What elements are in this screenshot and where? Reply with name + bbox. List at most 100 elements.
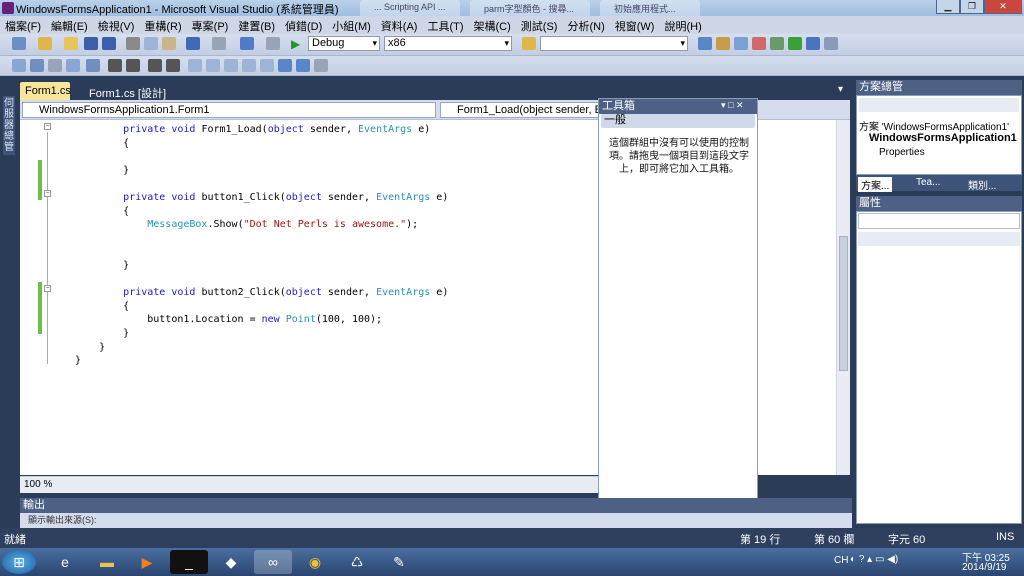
find-combo[interactable] <box>540 36 688 51</box>
zoom-select[interactable]: 100 % <box>24 479 52 490</box>
maximize-button[interactable]: ❐ <box>960 0 984 14</box>
code-line[interactable]: } <box>75 327 129 340</box>
paste-icon[interactable] <box>162 37 176 50</box>
menu-architecture[interactable]: 架構(C) <box>469 16 516 34</box>
ie-icon[interactable]: e <box>46 550 84 574</box>
toolbar-options-icon[interactable] <box>314 59 328 72</box>
cut-icon[interactable] <box>126 37 140 50</box>
code-line[interactable]: private void Form1_Load(object sender, E… <box>75 123 430 136</box>
code-line[interactable]: private void button1_Click(object sender… <box>75 191 448 204</box>
menu-analyze[interactable]: 分析(N) <box>562 16 609 34</box>
toolbox-group-general[interactable]: 一般 <box>601 114 755 128</box>
menu-project[interactable]: 專案(P) <box>187 16 234 34</box>
scroll-thumb[interactable] <box>839 236 848 371</box>
solution-node[interactable]: 方案 'WindowsFormsApplication1' <box>859 118 1009 133</box>
member-dropdown[interactable]: Form1_Load(object sender, EventArgs e) <box>440 102 616 118</box>
server-explorer-tab[interactable]: 伺服器總管 <box>3 96 15 155</box>
start-debug-icon[interactable]: ▶ <box>291 37 300 51</box>
properties-icon[interactable] <box>716 37 730 50</box>
indent-icon[interactable] <box>148 59 162 72</box>
language-indicator[interactable]: CH <box>834 555 848 566</box>
uncomment-icon[interactable] <box>206 59 220 72</box>
more-icon[interactable] <box>824 37 838 50</box>
browser-tab[interactable]: ... Scripting API ... <box>360 0 460 16</box>
code-line[interactable]: MessageBox.Show("Dot Net Perls is awesom… <box>75 218 418 231</box>
tab-form1-cs[interactable]: Form1.cs <box>20 82 71 100</box>
redo-icon[interactable] <box>212 37 226 50</box>
menu-refactor[interactable]: 重構(R) <box>139 16 186 34</box>
clock-date[interactable]: 2014/9/19 <box>962 562 1007 573</box>
class-dropdown[interactable]: WindowsFormsApplication1.Form1 <box>22 102 436 118</box>
bookmark-icon[interactable] <box>224 59 238 72</box>
menu-edit[interactable]: 編輯(E) <box>46 16 93 34</box>
snap-icon[interactable] <box>66 59 80 72</box>
code-line[interactable]: } <box>75 354 81 367</box>
find-in-files-icon[interactable] <box>522 37 536 50</box>
command-window-icon[interactable] <box>806 37 820 50</box>
menu-debug[interactable]: 偵錯(D) <box>280 16 327 34</box>
tab-team[interactable]: Tea... <box>916 177 940 188</box>
menu-data[interactable]: 資料(A) <box>376 16 423 34</box>
clear-bookmarks-icon[interactable] <box>296 59 310 72</box>
menu-file[interactable]: 檔案(F) <box>0 16 46 34</box>
align-icon[interactable] <box>86 59 100 72</box>
menu-tools[interactable]: 工具(T) <box>422 16 468 34</box>
outdent-icon[interactable] <box>166 59 180 72</box>
browser-tab[interactable]: parm字型顏色 - 搜尋... <box>470 0 590 16</box>
menu-help[interactable]: 說明(H) <box>659 16 706 34</box>
align-left-icon[interactable] <box>108 59 122 72</box>
code-line[interactable]: button1.Location = new Point(100, 100); <box>75 313 382 326</box>
save-all-icon[interactable] <box>102 37 116 50</box>
code-line[interactable]: { <box>75 300 129 313</box>
start-button-icon[interactable]: ⊞ <box>2 550 36 574</box>
code-line[interactable]: { <box>75 137 129 150</box>
format-icon[interactable] <box>30 59 44 72</box>
media-player-icon[interactable]: ▶ <box>128 550 166 574</box>
align-right-icon[interactable] <box>126 59 140 72</box>
config-select[interactable]: Debug <box>308 36 380 51</box>
add-item-icon[interactable] <box>38 37 52 50</box>
platform-select[interactable]: x86 <box>384 36 512 51</box>
paint-icon[interactable]: ✎ <box>380 550 418 574</box>
collapse-icon[interactable]: − <box>44 285 51 292</box>
object-browser-icon[interactable] <box>734 37 748 50</box>
cmd-icon[interactable]: _ <box>170 550 208 574</box>
pointer-icon[interactable] <box>48 59 62 72</box>
undo-icon[interactable] <box>186 37 200 50</box>
next-bookmark-icon[interactable] <box>260 59 274 72</box>
layout-icon[interactable] <box>12 59 26 72</box>
code-line[interactable]: } <box>75 341 105 354</box>
tab-form1-design[interactable]: Form1.cs [設計] <box>84 82 171 100</box>
solution-explorer-icon[interactable] <box>698 37 712 50</box>
code-line[interactable]: private void button2_Click(object sender… <box>75 286 448 299</box>
navigate-forward-icon[interactable] <box>266 37 280 50</box>
menu-window[interactable]: 視窗(W) <box>610 16 660 34</box>
project-node[interactable]: WindowsFormsApplication1 <box>869 132 1017 144</box>
comment-icon[interactable] <box>188 59 202 72</box>
copy-icon[interactable] <box>144 37 158 50</box>
extension-icon[interactable] <box>788 37 802 50</box>
menu-view[interactable]: 檢視(V) <box>93 16 140 34</box>
menu-build[interactable]: 建置(B) <box>233 16 280 34</box>
code-line[interactable]: } <box>75 164 129 177</box>
menu-team[interactable]: 小組(M) <box>327 16 376 34</box>
save-icon[interactable] <box>84 37 98 50</box>
code-line[interactable]: } <box>75 259 129 272</box>
tab-dropdown-icon[interactable]: ▾ <box>838 84 843 95</box>
tab-solution[interactable]: 方案... <box>858 177 893 192</box>
tab-class[interactable]: 類別... <box>968 177 996 192</box>
start-page-icon[interactable] <box>770 37 784 50</box>
object-select[interactable] <box>858 213 1020 229</box>
tray-icons[interactable]: ◐ ? ▴ ▭ ◀) <box>850 554 898 565</box>
chrome-icon[interactable]: ◉ <box>296 550 334 574</box>
browser-tab[interactable]: 初始應用程式... <box>600 0 700 16</box>
collapse-icon[interactable]: − <box>44 190 51 197</box>
close-button[interactable]: ✕ <box>984 0 1022 14</box>
code-line[interactable]: { <box>75 205 129 218</box>
new-project-icon[interactable] <box>12 37 26 50</box>
prev-bookmark-icon[interactable] <box>242 59 256 72</box>
unity-icon[interactable]: ◆ <box>212 550 250 574</box>
menu-test[interactable]: 測試(S) <box>516 16 563 34</box>
visual-studio-icon[interactable]: ∞ <box>254 550 292 574</box>
minimize-button[interactable]: ▁ <box>936 0 960 14</box>
